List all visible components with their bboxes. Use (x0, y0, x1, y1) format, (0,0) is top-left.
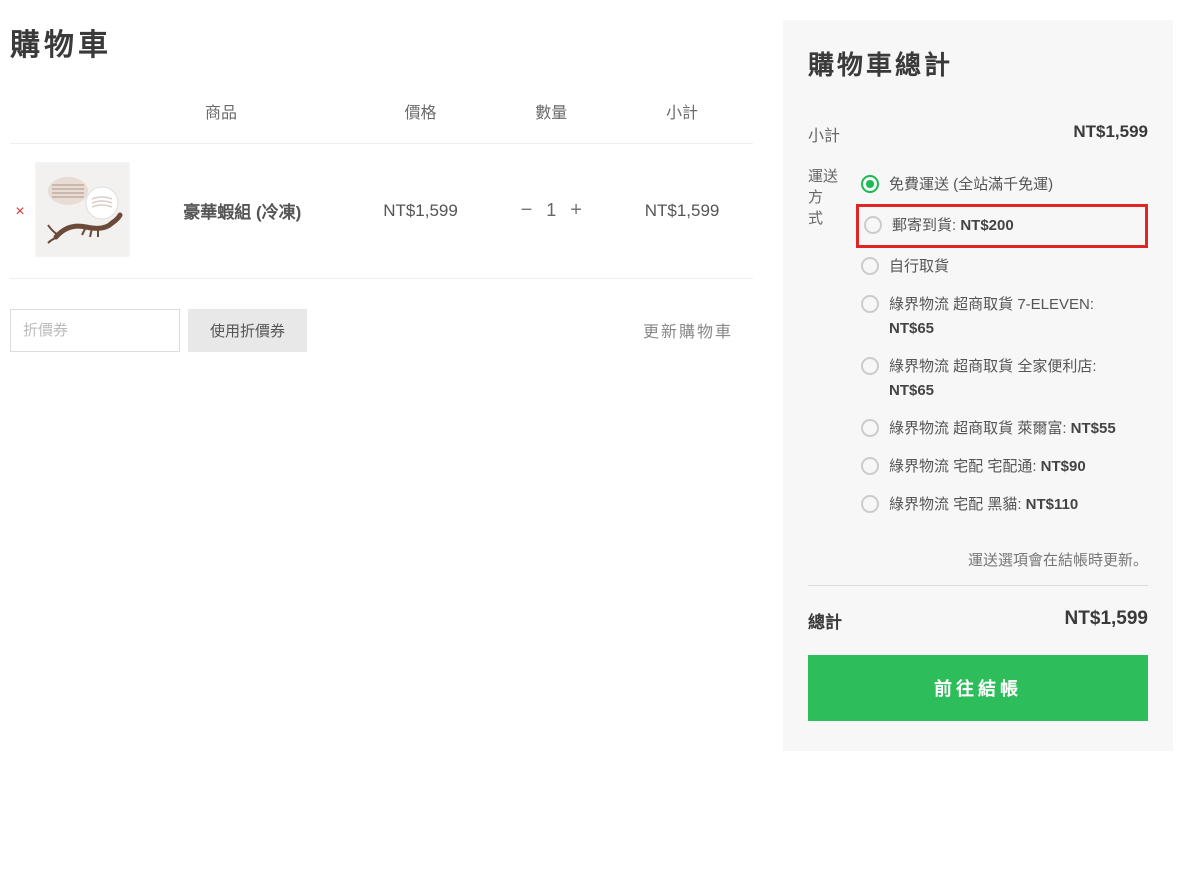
shipping-option-label: 綠界物流 超商取貨 萊爾富: NT$55 (889, 417, 1143, 441)
product-thumbnail[interactable] (35, 162, 130, 257)
radio-icon[interactable] (861, 419, 879, 437)
shipping-label: 運送方式 (808, 166, 846, 229)
radio-icon[interactable] (861, 495, 879, 513)
product-price: NT$1,599 (350, 144, 492, 279)
qty-value: 1 (546, 200, 556, 221)
shipping-option[interactable]: 綠界物流 超商取貨 萊爾富: NT$55 (856, 410, 1148, 448)
total-label: 總計 (808, 608, 842, 633)
shipping-option[interactable]: 綠界物流 超商取貨 全家便利店: NT$65 (856, 348, 1148, 410)
product-subtotal: NT$1,599 (611, 144, 753, 279)
shipping-option[interactable]: 綠界物流 超商取貨 7-ELEVEN: NT$65 (856, 286, 1148, 348)
radio-icon[interactable] (861, 295, 879, 313)
shipping-option-label: 自行取貨 (889, 255, 1143, 279)
shipping-options: 免費運送 (全站滿千免運) 郵寄到貨: NT$200 自行取貨綠界物流 超商取貨 7… (846, 166, 1148, 524)
radio-icon[interactable] (861, 257, 879, 275)
product-name[interactable]: 豪華蝦組 (冷凍) (135, 144, 350, 279)
apply-coupon-button[interactable]: 使用折價券 (188, 309, 307, 352)
shipping-option-label: 郵寄到貨: NT$200 (892, 214, 1140, 238)
shipping-option-label: 綠界物流 宅配 宅配通: NT$90 (889, 455, 1143, 479)
remove-item-button[interactable]: × (15, 203, 24, 220)
coupon-input[interactable] (10, 309, 180, 352)
quantity-stepper: − 1 + (521, 199, 582, 222)
update-cart-button[interactable]: 更新購物車 (643, 318, 753, 342)
shipping-note: 運送選項會在結帳時更新。 (808, 534, 1148, 575)
subtotal-label: 小計 (808, 122, 840, 146)
shipping-option-label: 綠界物流 超商取貨 7-ELEVEN: NT$65 (889, 293, 1143, 341)
radio-icon[interactable] (861, 457, 879, 475)
shipping-option-label: 免費運送 (全站滿千免運) (889, 173, 1143, 197)
shipping-option[interactable]: 綠界物流 宅配 黑貓: NT$110 (856, 486, 1148, 524)
shipping-option[interactable]: 綠界物流 宅配 宅配通: NT$90 (856, 448, 1148, 486)
cart-row: × (10, 144, 753, 279)
qty-decrease-button[interactable]: − (521, 199, 533, 222)
shipping-option[interactable]: 自行取貨 (856, 248, 1148, 286)
cart-totals-panel: 購物車總計 小計 NT$1,599 運送方式 免費運送 (全站滿千免運) 郵寄到貨… (783, 20, 1173, 751)
checkout-button[interactable]: 前往結帳 (808, 655, 1148, 721)
col-product: 商品 (135, 89, 350, 144)
radio-icon[interactable] (861, 357, 879, 375)
radio-icon[interactable] (861, 175, 879, 193)
total-value: NT$1,599 (1065, 608, 1148, 633)
subtotal-value: NT$1,599 (1073, 122, 1148, 142)
shipping-option[interactable]: 免費運送 (全站滿千免運) (856, 166, 1148, 204)
col-price: 價格 (350, 89, 492, 144)
totals-title: 購物車總計 (808, 45, 1148, 82)
shipping-option-label: 綠界物流 超商取貨 全家便利店: NT$65 (889, 355, 1143, 403)
cart-table: 商品 價格 數量 小計 × (10, 89, 753, 279)
shipping-option[interactable]: 郵寄到貨: NT$200 (856, 204, 1148, 248)
qty-increase-button[interactable]: + (570, 199, 582, 222)
radio-icon[interactable] (864, 216, 882, 234)
shipping-option-label: 綠界物流 宅配 黑貓: NT$110 (889, 493, 1143, 517)
page-title: 購物車 (10, 20, 753, 64)
col-subtotal: 小計 (611, 89, 753, 144)
col-qty: 數量 (491, 89, 611, 144)
